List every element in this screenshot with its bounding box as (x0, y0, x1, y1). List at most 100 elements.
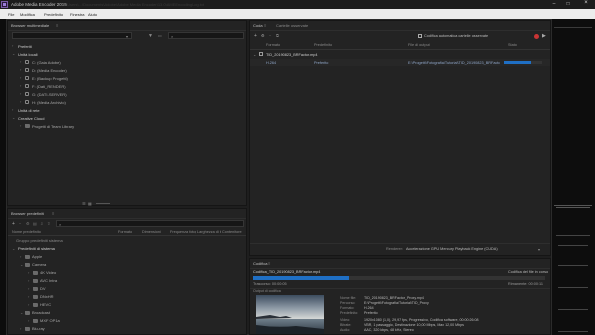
queue-progress-bar (504, 61, 542, 64)
remove-icon[interactable]: − (269, 33, 271, 38)
media-browser-title: Browser multimediale (11, 23, 50, 28)
group-icon[interactable]: ▤ (33, 221, 37, 226)
preset-column-header: Nome predefinito Formato Dimensioni Freq… (8, 229, 246, 236)
close-button[interactable]: × (577, 0, 595, 9)
folder-icon (33, 303, 38, 307)
settings-icon[interactable]: ⚙ (26, 221, 30, 226)
preset-folder-row[interactable]: › HEVC (8, 301, 246, 309)
queue-job-row[interactable]: ⌄ TID_20190823_BRFactor.mp4 (250, 51, 550, 58)
list-view-icon[interactable]: ☰ (82, 201, 86, 206)
preset-folder-row[interactable]: › Blu-ray (8, 325, 246, 333)
menu-modifica[interactable]: Modifica (20, 12, 35, 17)
queue-format[interactable]: H.264 (266, 61, 276, 65)
tree-drive-item[interactable]: › C: (Gaia Adobe) (8, 58, 246, 66)
folder-icon (33, 319, 38, 323)
stop-queue-button[interactable] (534, 34, 539, 39)
menu-finestra[interactable]: Finestra (70, 12, 84, 17)
panel-menu-icon[interactable]: ≡ (56, 23, 58, 28)
queue-tab[interactable]: Coda (253, 23, 263, 28)
preset-group-row[interactable]: Gruppo predefiniti sistema (8, 237, 246, 245)
start-queue-button[interactable]: ▶ (542, 33, 546, 39)
auto-encode-checkbox[interactable] (418, 34, 422, 38)
preset-folder-row[interactable]: › Apple (8, 253, 246, 261)
detail-row: Formato: H.264 (340, 306, 374, 310)
encoding-status: Codifica del file in corso (508, 270, 549, 274)
tree-team-projects[interactable]: › Progetti di Team Library (8, 122, 246, 130)
preset-folder-row[interactable]: ⌄ Broadcast (8, 309, 246, 317)
auto-encode-label: Codifica automatica cartelle osservate (424, 34, 489, 38)
encoding-progress-bar (253, 276, 545, 280)
thumbnail-view-icon[interactable]: ▦ (88, 201, 92, 206)
tree-drive-item[interactable]: › E: (Backup Progetti) (8, 74, 246, 82)
preset-folder-row[interactable]: › DNxHR (8, 293, 246, 301)
renderer-dropdown[interactable]: Accelerazione GPU Mercury Playback Engin… (406, 247, 498, 251)
queue-progress-fill (504, 61, 531, 64)
queue-output-file[interactable]: E:\Progetti\Fotografia\Tutorial\TID_2019… (408, 61, 500, 65)
chevron-down-icon: ⌄ (12, 51, 16, 56)
duplicate-icon[interactable]: ⧉ (276, 33, 279, 38)
output-header: Output di codifica (253, 289, 281, 293)
queue-source-name: TID_20190823_BRFactor.mp4 (266, 52, 318, 57)
preset-system-row[interactable]: ⌄ Predefiniti di sistema (8, 245, 246, 253)
renderer-label: Renderer: (386, 247, 403, 251)
folder-icon (25, 327, 30, 331)
remaining-time: Rimanente: 00:00:11 (508, 282, 543, 286)
tree-favorites[interactable]: › Preferiti (8, 42, 246, 50)
queue-preset[interactable]: Preferito (314, 61, 328, 65)
settings-icon[interactable]: ⚙ (261, 33, 265, 38)
tree-drive-item[interactable]: › D: (Media Encoder) (8, 66, 246, 74)
remove-preset-icon[interactable]: − (19, 221, 21, 226)
minimize-button[interactable]: – (548, 1, 560, 8)
tree-drive-item[interactable]: › G: (DATI-SERVER) (8, 90, 246, 98)
chevron-down-icon: ⌄ (12, 246, 16, 251)
detail-row: Video: 1920x1080 (1,0), 29,97 fps, Progr… (340, 318, 479, 322)
panel-menu-icon[interactable]: ≡ (268, 261, 270, 266)
filter-icon[interactable]: ▼ (148, 33, 153, 39)
import-icon[interactable]: ⇩ (40, 221, 43, 226)
tree-drive-item[interactable]: › F: (Dati_RENDER) (8, 82, 246, 90)
media-search-input[interactable]: ⌕ (168, 32, 244, 39)
main-window: Browser multimediale ≡ ▾ ▼ ▭ ⌕ › Preferi… (6, 19, 552, 335)
add-source-icon[interactable]: + (254, 33, 257, 39)
encoding-title: Codifica (253, 261, 268, 266)
preset-search-input[interactable]: ⌕ (56, 220, 244, 227)
preset-folder-row[interactable]: › MXF OP1a (8, 317, 246, 325)
encoding-file-name: Codifica_TID_20190823_BRFactor.mp4 (253, 270, 321, 274)
detail-row: Audio: AAC, 320 kbps, 48 kHz, Stereo (340, 328, 414, 332)
preset-folder-row[interactable]: › AVC Intra (8, 277, 246, 285)
export-icon[interactable]: ⇧ (47, 221, 50, 226)
media-browser-panel: Browser multimediale ≡ ▾ ▼ ▭ ⌕ › Preferi… (7, 20, 247, 206)
panel-menu-icon[interactable]: ≡ (264, 23, 266, 28)
menu-aiuto[interactable]: Aiuto (88, 12, 97, 17)
drive-icon (25, 84, 29, 88)
menu-file[interactable]: File (8, 12, 14, 17)
drive-icon (25, 60, 29, 64)
app-logo-icon (1, 1, 8, 8)
preset-folder-row[interactable]: ⌄ Camera (8, 261, 246, 269)
detail-row: Nome file: TID_20190823_BRFactor_Proxy.m… (340, 296, 424, 300)
tree-creative-cloud[interactable]: ⌄ Creative Cloud (8, 114, 246, 122)
menu-predefinito[interactable]: Predefinito (44, 12, 63, 17)
view-toggle-icon[interactable]: ▭ (158, 33, 162, 38)
add-preset-icon[interactable]: + (12, 221, 15, 227)
folder-icon (33, 295, 38, 299)
preset-folder-row[interactable]: › DV (8, 285, 246, 293)
folder-icon (33, 271, 38, 275)
window-title: Adobe Media Encoder 2019 (11, 2, 67, 7)
tree-network-drives[interactable]: › Unità di rete (8, 106, 246, 114)
maximize-button[interactable]: □ (562, 1, 574, 8)
preset-folder-row[interactable]: › 4K Video (8, 269, 246, 277)
folder-icon (25, 311, 30, 315)
tree-drive-item[interactable]: › H: (Media Archivio) (8, 98, 246, 106)
tree-local-drives[interactable]: ⌄ Unità locali (8, 50, 246, 58)
drive-icon (25, 76, 29, 80)
panel-menu-icon[interactable]: ≡ (52, 211, 54, 216)
watch-folders-tab[interactable]: Cartelle osservate (276, 23, 308, 28)
zoom-slider[interactable] (96, 203, 110, 204)
encoding-thumbnail (256, 295, 324, 334)
location-dropdown[interactable]: ▾ (12, 32, 132, 39)
drive-icon (25, 92, 29, 96)
queue-output-row[interactable]: H.264 Preferito E:\Progetti\Fotografia\T… (250, 59, 550, 66)
folder-icon (25, 255, 30, 259)
folder-icon (33, 287, 38, 291)
